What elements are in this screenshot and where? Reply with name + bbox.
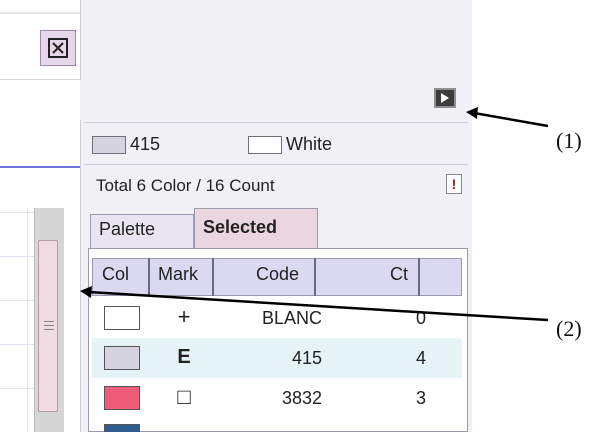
annotation-label-2: (2) bbox=[556, 316, 582, 341]
annotation-arrows bbox=[80, 107, 549, 322]
annotation-label-1: (1) bbox=[556, 128, 582, 153]
